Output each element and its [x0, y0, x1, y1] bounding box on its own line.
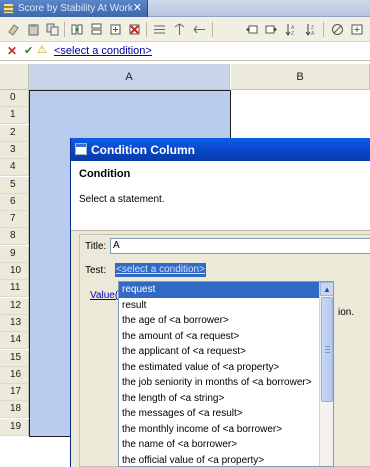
- row-header[interactable]: 13: [0, 314, 29, 332]
- row-header[interactable]: 0: [0, 90, 29, 107]
- row-header[interactable]: 12: [0, 297, 29, 315]
- move-left-icon[interactable]: [244, 22, 258, 36]
- column-header-a[interactable]: A: [29, 64, 230, 90]
- dialog-partial-text: ion.: [338, 307, 355, 318]
- row-header[interactable]: 7: [0, 211, 29, 229]
- delete-icon[interactable]: [127, 22, 141, 36]
- completion-item[interactable]: the job seniority in months of <a borrow…: [119, 375, 320, 391]
- insert-column-icon[interactable]: [70, 22, 84, 36]
- completion-item[interactable]: result: [119, 298, 320, 314]
- row-header[interactable]: 11: [0, 280, 29, 298]
- completion-items: request result the age of <a borrower> t…: [119, 282, 320, 467]
- row-header[interactable]: 18: [0, 401, 29, 419]
- completion-item[interactable]: the messages of <a result>: [119, 406, 320, 422]
- disable-icon[interactable]: [330, 22, 344, 36]
- apply-icon[interactable]: ✔: [24, 44, 33, 57]
- completion-item[interactable]: the official value of <a property>: [119, 453, 320, 467]
- insert-row-icon[interactable]: [89, 22, 103, 36]
- row-header[interactable]: 2: [0, 124, 29, 142]
- grid-corner[interactable]: [0, 64, 29, 90]
- completion-item[interactable]: the monthly income of <a borrower>: [119, 422, 320, 438]
- table-icon: [3, 3, 14, 14]
- toolbar-separator: [212, 22, 213, 37]
- dialog-header: Condition Select a statement.: [71, 161, 370, 231]
- window-icon: [75, 143, 87, 155]
- split-icon[interactable]: [172, 22, 186, 36]
- toolbar-separator: [323, 22, 324, 37]
- paste-icon[interactable]: [26, 22, 40, 36]
- test-label: Test:: [85, 265, 107, 276]
- select-condition-link[interactable]: <select a condition>: [54, 45, 152, 57]
- scroll-up-icon[interactable]: ▲: [320, 282, 333, 296]
- row-header[interactable]: 8: [0, 228, 29, 246]
- row-header[interactable]: 16: [0, 366, 29, 384]
- row-header[interactable]: 1: [0, 107, 29, 125]
- svg-text:A: A: [311, 31, 315, 36]
- completion-item-selected[interactable]: request: [119, 282, 320, 298]
- svg-text:Z: Z: [291, 31, 294, 36]
- title-field[interactable]: A: [110, 238, 370, 254]
- row-header[interactable]: 17: [0, 384, 29, 402]
- decision-table-toolbar: AZ ZA: [0, 17, 370, 42]
- completion-item[interactable]: the length of <a string>: [119, 391, 320, 407]
- row-header[interactable]: 6: [0, 193, 29, 211]
- row-header[interactable]: 4: [0, 159, 29, 177]
- dialog-title: Condition Column: [91, 142, 195, 157]
- scroll-thumb[interactable]: [321, 297, 333, 402]
- toolbar-separator: [64, 22, 65, 37]
- align-icon[interactable]: [152, 22, 166, 36]
- sort-descending-icon[interactable]: ZA: [304, 22, 318, 36]
- row-headers: 0 1 2 3 4 5 6 7 8 9 10 11 12 13 14 15 16…: [0, 90, 29, 436]
- dialog-header-subtitle: Select a statement.: [79, 194, 165, 205]
- condition-completion-list[interactable]: request result the age of <a borrower> t…: [118, 281, 334, 467]
- row-header[interactable]: 3: [0, 141, 29, 159]
- completion-item[interactable]: the age of <a borrower>: [119, 313, 320, 329]
- dialog-header-title: Condition: [79, 168, 131, 180]
- toolbar-separator: [146, 22, 147, 37]
- completion-item[interactable]: the estimated value of <a property>: [119, 360, 320, 376]
- condition-edit-bar: ✕ ✔ ⚠ <select a condition>: [0, 42, 370, 61]
- row-header[interactable]: 19: [0, 418, 29, 436]
- cancel-icon[interactable]: ✕: [7, 44, 17, 58]
- warning-icon: ⚠: [37, 44, 47, 56]
- sort-ascending-icon[interactable]: AZ: [284, 22, 298, 36]
- eraser-icon[interactable]: [6, 22, 20, 36]
- editor-tab-title: Score by Stability At Work: [18, 3, 133, 14]
- move-right-icon[interactable]: [264, 22, 278, 36]
- completion-item[interactable]: the amount of <a request>: [119, 329, 320, 345]
- row-header[interactable]: 9: [0, 245, 29, 263]
- row-header[interactable]: 14: [0, 332, 29, 350]
- insert-icon[interactable]: [108, 22, 122, 36]
- editor-tab-bar: Score by Stability At Work ✕: [0, 0, 370, 17]
- completion-item[interactable]: the name of <a borrower>: [119, 437, 320, 453]
- app-window: Score by Stability At Work ✕ A Z Z A ✕ ✔…: [0, 0, 370, 467]
- row-header[interactable]: 10: [0, 263, 29, 280]
- test-condition-link[interactable]: <select a condition>: [115, 263, 206, 277]
- dialog-title-bar[interactable]: Condition Column: [71, 138, 370, 161]
- row-header[interactable]: 5: [0, 176, 29, 194]
- row-header[interactable]: 15: [0, 349, 29, 367]
- title-label: Title:: [85, 241, 107, 252]
- editor-tab[interactable]: Score by Stability At Work ✕: [0, 0, 148, 17]
- merge-icon[interactable]: [192, 22, 206, 36]
- column-header-b[interactable]: B: [231, 64, 370, 90]
- completion-scrollbar[interactable]: ▲: [319, 282, 333, 466]
- copy-icon[interactable]: [45, 22, 59, 36]
- add-icon[interactable]: [350, 22, 364, 36]
- close-tab-icon[interactable]: ✕: [133, 1, 142, 14]
- completion-item[interactable]: the applicant of <a request>: [119, 344, 320, 360]
